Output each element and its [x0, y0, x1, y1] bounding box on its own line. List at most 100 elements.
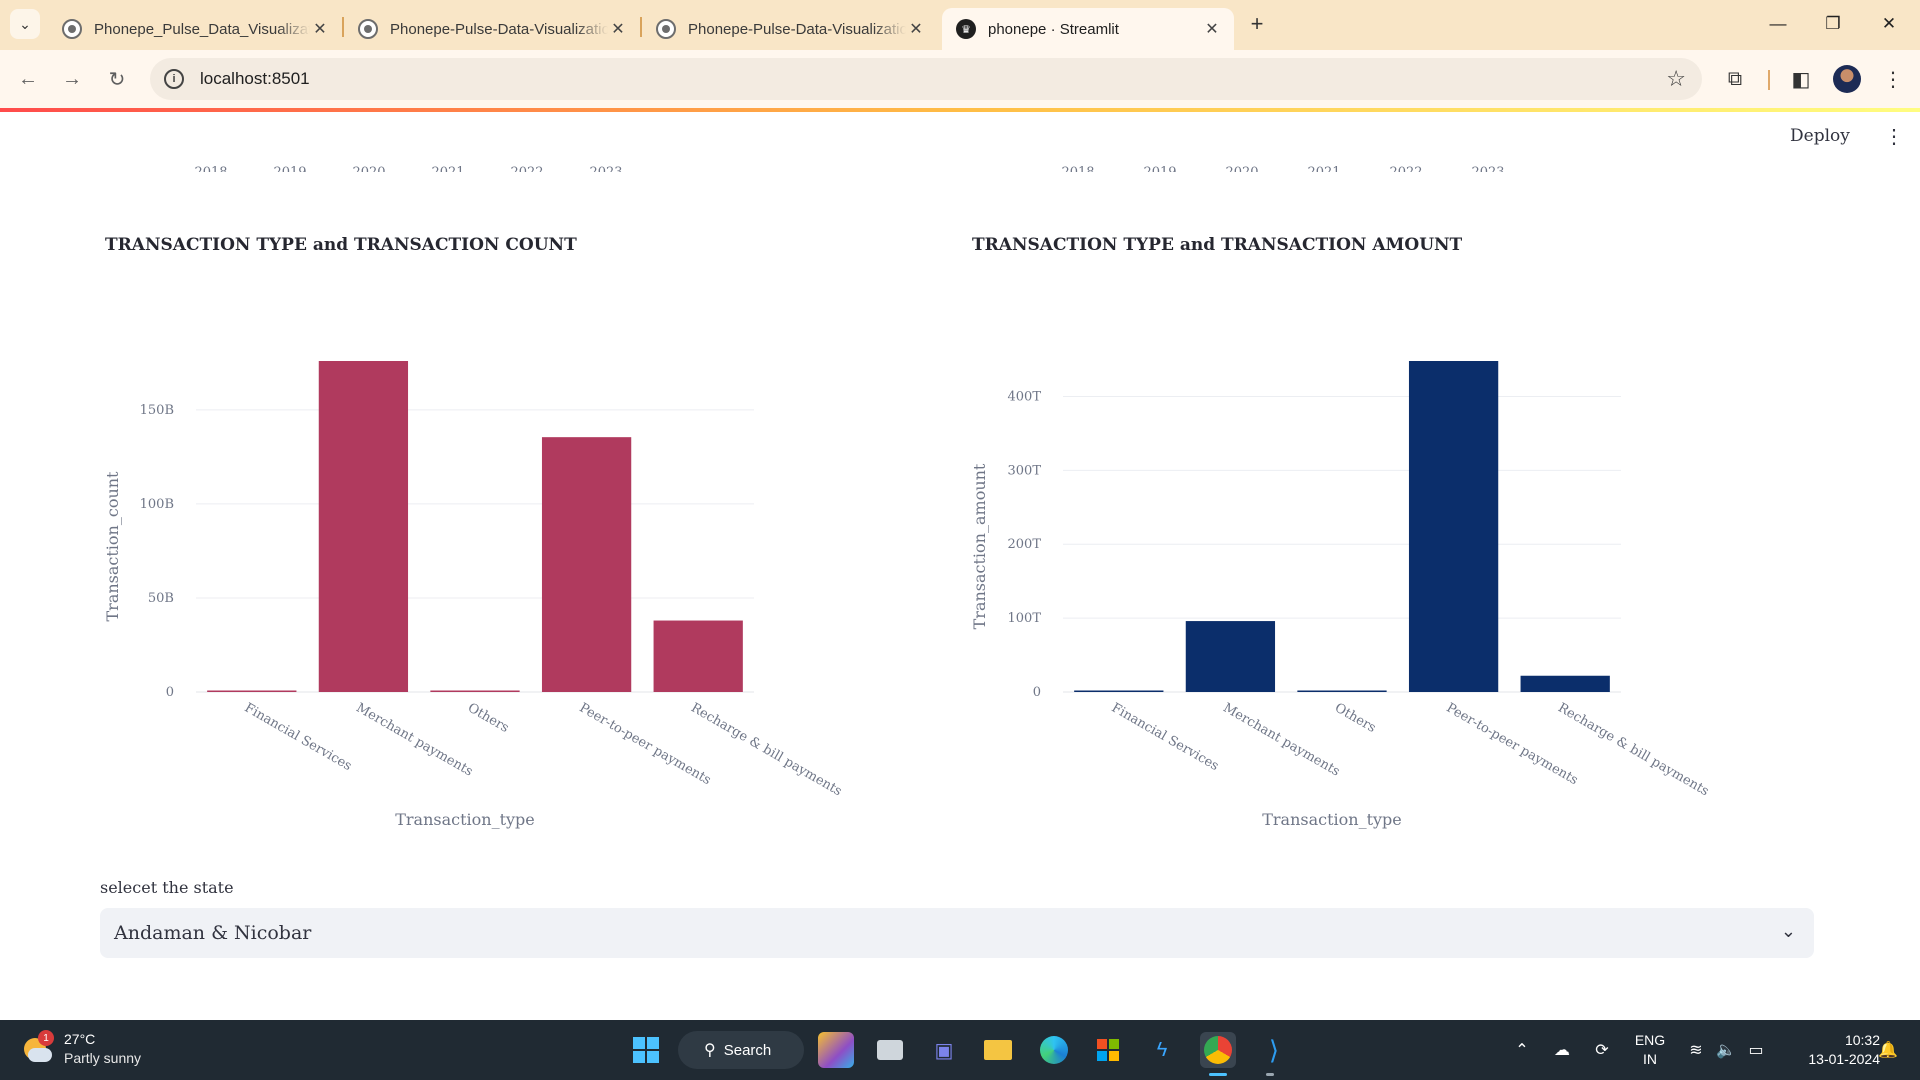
windows-taskbar: 1 27°C Partly sunny ⚲ Search ▣ ϟ ⟩ ⌃ ☁ ⟳…	[0, 1020, 1920, 1080]
y-tick-label: 150B	[140, 403, 174, 418]
year-tick-label: 2020	[352, 165, 385, 172]
start-button[interactable]	[628, 1032, 664, 1068]
year-tick-label: 2020	[1225, 165, 1258, 172]
github-icon	[358, 19, 378, 39]
close-icon[interactable]: ✕	[1202, 19, 1222, 39]
profile-avatar[interactable]	[1833, 65, 1861, 93]
forward-button[interactable]: →	[57, 64, 87, 94]
taskbar-search[interactable]: ⚲ Search	[678, 1031, 804, 1069]
new-tab-button[interactable]: +	[1244, 11, 1270, 37]
search-icon: ⚲	[704, 1042, 716, 1059]
vscode-open-indicator	[1266, 1073, 1274, 1076]
file-explorer-icon[interactable]	[980, 1032, 1016, 1068]
chart-transaction-amount-svg: TRANSACTION TYPE and TRANSACTION AMOUNT 0…	[970, 235, 1711, 829]
tab-title: Phonepe-Pulse-Data-Visualization	[688, 20, 906, 38]
y-tick-label: 100B	[140, 497, 174, 512]
restore-button[interactable]: ❐	[1810, 6, 1856, 42]
copilot-icon[interactable]	[818, 1032, 854, 1068]
bar	[318, 361, 409, 692]
microsoft-store-icon[interactable]	[1090, 1032, 1126, 1068]
close-icon[interactable]: ✕	[608, 19, 628, 39]
taskbar-search-label: Search	[723, 1041, 772, 1059]
state-select[interactable]: Andaman & Nicobar ⌄	[100, 908, 1814, 958]
x-tick-label: Recharge & bill payments	[1555, 700, 1711, 799]
chart-title: TRANSACTION TYPE and TRANSACTION COUNT	[105, 235, 577, 255]
reload-icon: ↻	[108, 68, 126, 91]
plus-icon: +	[1250, 11, 1264, 36]
close-icon[interactable]: ✕	[310, 19, 330, 39]
side-panel-icon[interactable]: ◧	[1786, 64, 1816, 94]
x-tick-label: Financial Services	[1109, 700, 1221, 774]
site-info-icon[interactable]: i	[164, 69, 184, 89]
battery-icon[interactable]: ▭	[1738, 1032, 1774, 1068]
tab-search-button[interactable]: ⌄	[10, 9, 40, 39]
browser-menu-icon[interactable]: ⋮	[1878, 64, 1908, 94]
tab-title: phonepe · Streamlit	[988, 20, 1119, 38]
y-axis-title: Transaction_amount	[970, 463, 989, 629]
sync-icon[interactable]: ⟳	[1584, 1032, 1620, 1068]
y-tick-label: 0	[1033, 685, 1041, 700]
browser-tab-active[interactable]: ♛ phonepe · Streamlit ✕	[942, 8, 1234, 50]
y-tick-label: 300T	[1008, 463, 1042, 478]
browser-toolbar: ← → ↻ i localhost:8501 ☆ ⧉ ◧ ⋮	[0, 50, 1920, 108]
reload-button[interactable]: ↻	[102, 64, 132, 94]
y-tick-label: 400T	[1008, 389, 1042, 404]
chevron-down-icon: ⌄	[19, 15, 31, 32]
back-button[interactable]: ←	[13, 64, 43, 94]
year-tick-label: 2018	[194, 165, 227, 172]
power-automate-icon[interactable]: ϟ	[1144, 1032, 1180, 1068]
bar	[1408, 361, 1499, 692]
scrolled-year-axes: 2018 2019 2020 2021 2022 2023 2018 2019 2020 202…	[194, 165, 1504, 172]
year-tick-label: 2022	[1389, 165, 1422, 172]
weather-widget[interactable]: 1 27°C Partly sunny	[22, 1030, 141, 1068]
address-bar[interactable]: i localhost:8501 ☆	[150, 58, 1702, 100]
extensions-icon[interactable]: ⧉	[1720, 64, 1750, 94]
browser-tab-3[interactable]: Phonepe-Pulse-Data-Visualization ✕	[642, 8, 938, 50]
browser-tab-1[interactable]: Phonepe_Pulse_Data_Visualization ✕	[48, 8, 342, 50]
year-tick-label: 2021	[431, 165, 464, 172]
tab-title: Phonepe-Pulse-Data-Visualization	[390, 20, 608, 38]
x-tick-label: Others	[465, 700, 511, 735]
year-tick-label: 2018	[1061, 165, 1094, 172]
bar	[1185, 621, 1276, 692]
teams-icon[interactable]: ▣	[926, 1032, 962, 1068]
y-tick-label: 50B	[148, 591, 174, 606]
minimize-icon: —	[1769, 14, 1787, 33]
task-view-icon[interactable]	[872, 1032, 908, 1068]
notification-badge: 1	[38, 1030, 54, 1046]
year-axis-right: 2018 2019 2020 2021 2022 2023	[1061, 165, 1504, 172]
year-tick-label: 2019	[273, 165, 306, 172]
notifications-icon[interactable]: 🔔	[1870, 1032, 1906, 1068]
chrome-active-indicator	[1209, 1073, 1227, 1076]
weather-temperature: 27°C	[64, 1031, 96, 1047]
y-axis-title: Transaction_count	[103, 471, 122, 622]
github-icon	[656, 19, 676, 39]
x-tick-label: Financial Services	[242, 700, 354, 774]
bar	[1297, 690, 1387, 692]
onedrive-icon[interactable]: ☁	[1544, 1032, 1580, 1068]
chart-transaction-amount: TRANSACTION TYPE and TRANSACTION AMOUNT 0…	[967, 235, 1727, 852]
chrome-icon[interactable]	[1200, 1032, 1236, 1068]
chevron-up-icon[interactable]: ⌃	[1504, 1032, 1540, 1068]
y-tick-label: 200T	[1008, 537, 1042, 552]
minimize-button[interactable]: —	[1755, 6, 1801, 42]
x-tick-label: Merchant payments	[1220, 700, 1342, 779]
x-axis-title: Transaction_type	[395, 810, 535, 829]
bookmark-star-icon[interactable]: ☆	[1666, 66, 1686, 92]
year-tick-label: 2023	[589, 165, 622, 172]
browser-tab-2[interactable]: Phonepe-Pulse-Data-Visualization ✕	[344, 8, 640, 50]
close-window-button[interactable]: ✕	[1866, 6, 1912, 42]
weather-condition: Partly sunny	[64, 1050, 142, 1066]
close-icon[interactable]: ✕	[906, 19, 926, 39]
x-tick-label: Others	[1332, 700, 1378, 735]
streamlit-icon: ♛	[956, 19, 976, 39]
language-indicator[interactable]: ENG IN	[1630, 1031, 1670, 1069]
state-select-value: Andaman & Nicobar	[114, 922, 312, 944]
bar	[207, 690, 297, 692]
edge-browser-icon[interactable]	[1036, 1032, 1072, 1068]
region-code: IN	[1643, 1051, 1657, 1067]
vscode-icon[interactable]: ⟩	[1256, 1032, 1292, 1068]
clock[interactable]: 10:32 13-01-2024	[1780, 1031, 1880, 1069]
clock-time: 10:32	[1844, 1032, 1880, 1048]
restore-icon: ❐	[1825, 14, 1841, 33]
